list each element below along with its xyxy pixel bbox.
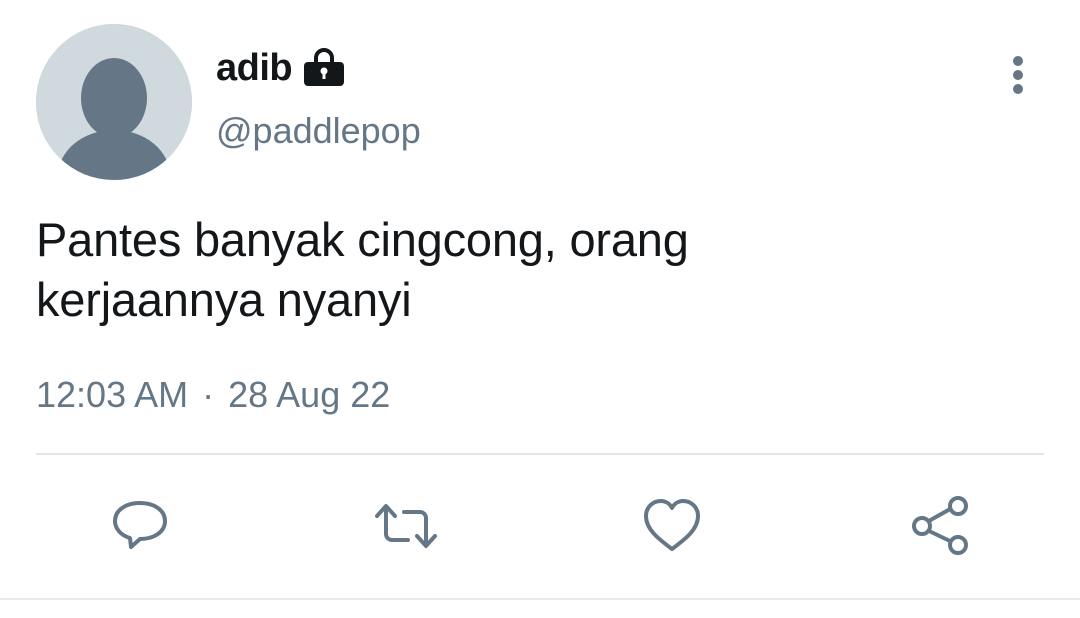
reply-button[interactable] [108,494,172,558]
tweet-card: adib @paddlepop Pantes banyak cingcong, … [0,0,1080,618]
author-name-row[interactable]: adib [216,44,346,92]
tweet-text: Pantes banyak cingcong, orang kerjaannya… [36,210,1036,330]
share-icon [912,496,968,555]
divider [36,453,1044,455]
tweet-date: 28 Aug 22 [228,374,391,415]
meta-separator: · [202,374,215,415]
divider [0,598,1080,600]
retweet-icon [375,504,437,548]
share-button[interactable] [908,494,972,558]
lock-icon [302,48,346,88]
more-options-button[interactable] [996,52,1040,102]
author-handle[interactable]: @paddlepop [216,110,421,152]
tweet-timestamp[interactable]: 12:03 AM · 28 Aug 22 [36,374,390,416]
retweet-button[interactable] [374,494,438,558]
like-icon [644,499,700,551]
tweet-text-line: kerjaannya nyanyi [36,273,412,326]
tweet-text-line: Pantes banyak cingcong, orang [36,213,689,266]
default-avatar-icon [36,24,192,180]
reply-icon [113,501,167,549]
like-button[interactable] [640,494,704,558]
tweet-time: 12:03 AM [36,374,189,415]
avatar[interactable] [36,24,192,180]
display-name[interactable]: adib [216,47,293,90]
more-vertical-icon [1013,56,1023,94]
